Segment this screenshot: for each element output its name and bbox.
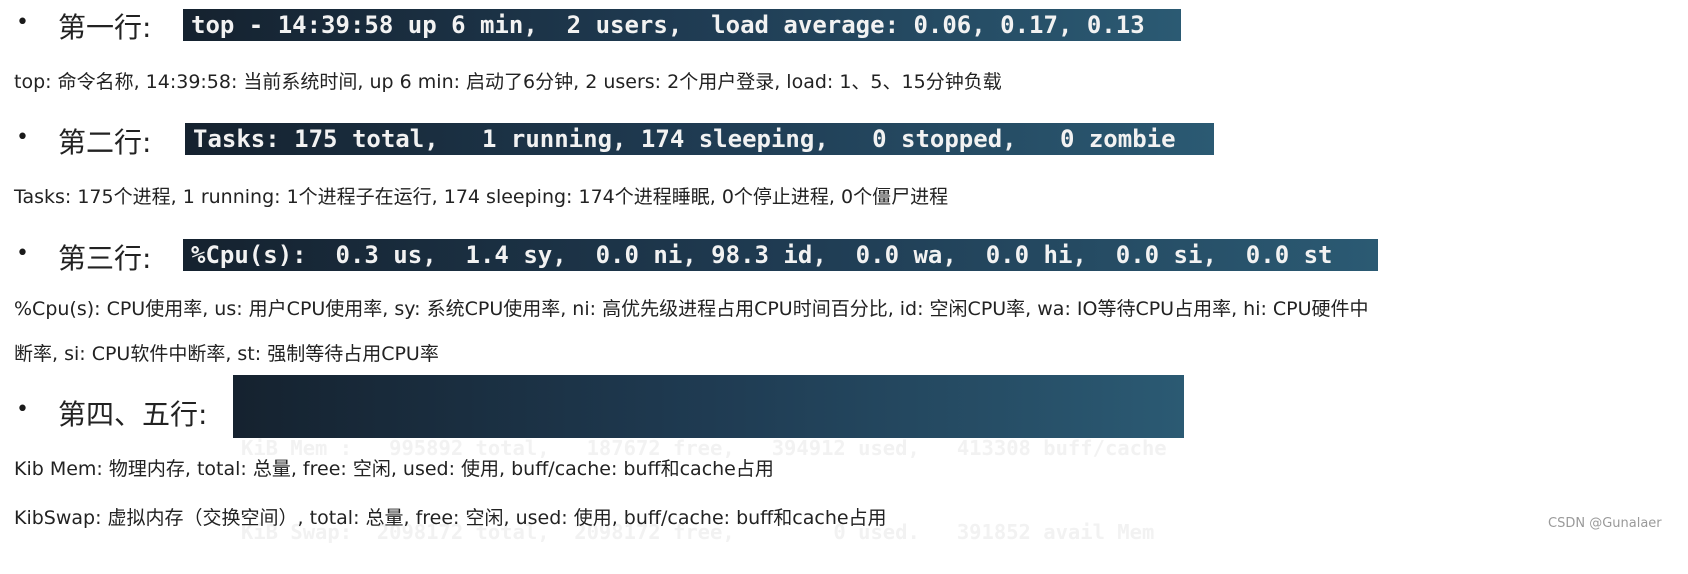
- terminal-mem-swap: KiB Mem : 995892 total, 187672 free, 394…: [233, 375, 1184, 544]
- section-label-2: 第二行:: [58, 126, 152, 159]
- section-label-4: 第四、五行:: [58, 398, 208, 431]
- watermark: CSDN @Gunalaer: [1548, 516, 1662, 531]
- desc-line-4a: Kib Mem: 物理内存, total: 总量, free: 空闲, used…: [14, 458, 774, 480]
- bullet: •: [16, 10, 29, 35]
- bullet: •: [16, 397, 29, 422]
- terminal-line-3: %Cpu(s): 0.3 us, 1.4 sy, 0.0 ni, 98.3 id…: [183, 239, 1378, 271]
- bullet: •: [16, 125, 29, 150]
- desc-line-4b: KibSwap: 虚拟内存（交换空间）, total: 总量, free: 空闲…: [14, 507, 887, 529]
- section-label-3: 第三行:: [58, 242, 152, 275]
- section-label-1: 第一行:: [58, 11, 152, 44]
- bullet: •: [16, 241, 29, 266]
- desc-line-3a: %Cpu(s): CPU使用率, us: 用户CPU使用率, sy: 系统CPU…: [14, 298, 1369, 320]
- terminal-line-2: Tasks: 175 total, 1 running, 174 sleepin…: [185, 123, 1214, 155]
- desc-line-2: Tasks: 175个进程, 1 running: 1个进程子在运行, 174 …: [14, 186, 949, 208]
- desc-line-1: top: 命令名称, 14:39:58: 当前系统时间, up 6 min: 启…: [14, 71, 1002, 93]
- desc-line-3b: 断率, si: CPU软件中断率, st: 强制等待占用CPU率: [14, 343, 439, 365]
- terminal-line-1: top - 14:39:58 up 6 min, 2 users, load a…: [183, 9, 1181, 41]
